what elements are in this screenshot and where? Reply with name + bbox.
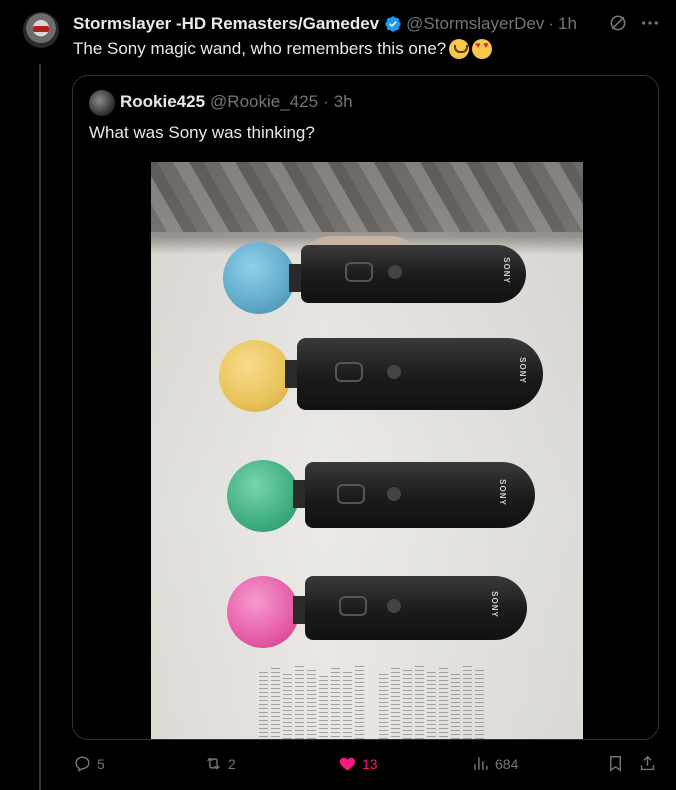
photo-fabric-background: [151, 162, 583, 232]
like-count: 13: [362, 755, 378, 772]
motion-controller-blue: SONY: [223, 242, 533, 314]
face-holding-back-tears-emoji: [449, 39, 470, 59]
controller-ball-green: [227, 460, 299, 532]
magazine-text-columns: [251, 664, 491, 739]
motion-controller-yellow: SONY: [219, 336, 543, 416]
author-handle[interactable]: @StormslayerDev: [406, 14, 544, 34]
sony-logo: SONY: [517, 357, 527, 384]
quote-author-name[interactable]: Rookie425: [120, 92, 205, 112]
quote-text: What was Sony was thinking?: [89, 123, 315, 142]
bookmark-icon: [610, 756, 621, 772]
quoted-post-card[interactable]: Rookie425 @Rookie_425 · 3h What was Sony…: [72, 75, 659, 740]
views-chart-icon: [474, 757, 488, 770]
reply-icon: [75, 756, 90, 772]
view-count: 684: [495, 755, 519, 772]
post-text: The Sony magic wand, who remembers this …: [73, 39, 447, 58]
author-name[interactable]: Stormslayer -HD Remasters/Gamedev: [73, 14, 379, 34]
quote-separator-dot: ·: [323, 92, 329, 111]
reply-button[interactable]: 5: [73, 754, 105, 773]
views-button[interactable]: 684: [471, 754, 518, 773]
controller-ball-pink: [227, 576, 299, 648]
heart-filled-icon: [339, 757, 356, 771]
quote-author-handle[interactable]: @Rookie_425: [210, 92, 318, 112]
quote-time[interactable]: 3h: [334, 92, 353, 112]
motion-controller-pink: SONY: [227, 574, 527, 654]
bookmark-button[interactable]: [606, 754, 625, 773]
thread-line: [39, 64, 41, 790]
controller-ball-blue: [223, 242, 295, 314]
repost-icon: [207, 757, 220, 770]
repost-count: 2: [228, 755, 236, 772]
more-options-icon[interactable]: [639, 12, 661, 34]
post-header: Stormslayer -HD Remasters/Gamedev @Storm…: [73, 12, 676, 36]
post-actions-bar: 5 2 13 684: [73, 754, 659, 778]
controller-ball-yellow: [219, 340, 291, 412]
separator-dot: ·: [548, 14, 555, 33]
quote-header: Rookie425 @Rookie_425 · 3h: [120, 92, 353, 112]
share-icon: [640, 755, 655, 771]
quoted-photo[interactable]: SONY SONY SONY SONY: [151, 162, 583, 739]
sony-logo: SONY: [501, 257, 511, 284]
sony-logo: SONY: [497, 479, 507, 506]
post-time[interactable]: 1h: [558, 14, 577, 34]
like-button[interactable]: 13: [338, 754, 378, 773]
author-avatar[interactable]: [23, 12, 59, 48]
motion-controller-green: SONY: [227, 458, 537, 538]
post-text-row: The Sony magic wand, who remembers this …: [73, 39, 493, 59]
share-button[interactable]: [638, 754, 657, 773]
sony-logo: SONY: [489, 591, 499, 618]
repost-button[interactable]: 2: [204, 754, 236, 773]
verified-badge-icon: [385, 16, 401, 32]
heart-eyes-emoji: [472, 39, 493, 59]
quote-author-avatar[interactable]: [89, 90, 115, 116]
reply-count: 5: [97, 755, 105, 772]
grok-icon[interactable]: [608, 13, 628, 33]
